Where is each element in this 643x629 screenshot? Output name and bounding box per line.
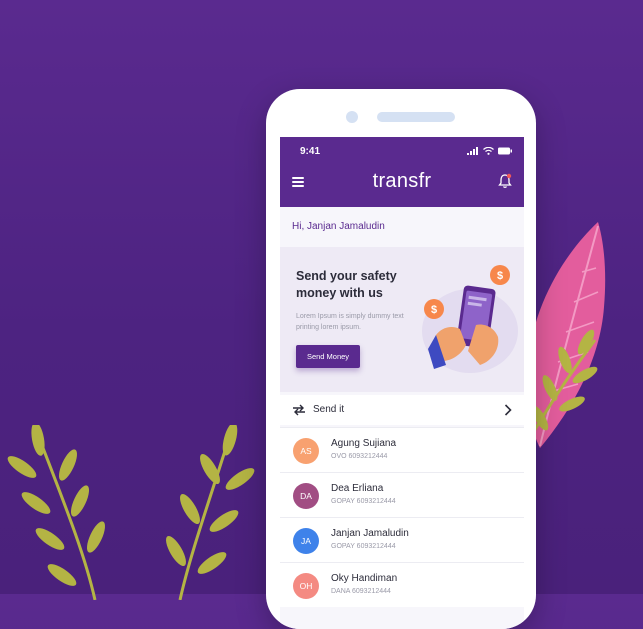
olive-branch-middle-decoration: [166, 425, 255, 600]
battery-icon: [498, 147, 512, 155]
contact-name: Janjan Jamaludin: [331, 528, 409, 539]
avatar: JA: [293, 528, 319, 554]
app-header: 9:41 transfr: [280, 137, 524, 207]
promo-title: Send your safety money with us: [296, 269, 397, 300]
chevron-right-icon[interactable]: [504, 404, 512, 416]
send-it-label: Send it: [313, 404, 345, 415]
contact-row[interactable]: AS Agung Sujiana OVO 6093212444: [280, 427, 524, 472]
coin-symbol-top: $: [497, 270, 503, 282]
phone-mockup: 9:41 transfr Hi, Janjan Jamaludin Send y…: [266, 89, 536, 629]
transfer-arrows-icon: [293, 404, 305, 416]
send-it-section[interactable]: Send it: [280, 395, 524, 425]
olive-branch-left-decoration: [7, 425, 106, 600]
contact-row[interactable]: OH Oky Handiman DANA 6093212444: [280, 562, 524, 607]
wifi-icon: [483, 147, 494, 155]
promo-card: Send your safety money with us Lorem Ips…: [280, 247, 524, 392]
promo-description: Lorem Ipsum is simply dummy text printin…: [296, 313, 404, 331]
contact-name: Oky Handiman: [331, 573, 398, 584]
contact-list: AS Agung Sujiana OVO 6093212444 DA Dea E…: [280, 427, 524, 607]
notification-bell-icon[interactable]: [498, 173, 512, 189]
contact-name: Dea Erliana: [331, 483, 384, 494]
phone-speaker: [377, 112, 455, 122]
app-brand-title: transfr: [372, 170, 432, 192]
app-screen: 9:41 transfr Hi, Janjan Jamaludin Send y…: [280, 137, 524, 629]
status-icons: [467, 147, 512, 155]
phone-camera: [346, 111, 358, 123]
avatar: DA: [293, 483, 319, 509]
send-money-button[interactable]: Send Money: [296, 345, 360, 368]
avatar: OH: [293, 573, 319, 599]
contact-row[interactable]: DA Dea Erliana GOPAY 6093212444: [280, 472, 524, 517]
coin-symbol-left: $: [431, 304, 437, 316]
greeting-text: Hi, Janjan Jamaludin: [292, 221, 385, 232]
contact-account: OVO 6093212444: [331, 453, 388, 460]
contact-account: GOPAY 6093212444: [331, 498, 396, 505]
contact-account: GOPAY 6093212444: [331, 543, 396, 550]
contact-row[interactable]: JA Janjan Jamaludin GOPAY 6093212444: [280, 517, 524, 562]
avatar: AS: [293, 438, 319, 464]
status-time: 9:41: [300, 146, 321, 157]
contact-name: Agung Sujiana: [331, 438, 397, 449]
signal-icon: [467, 147, 478, 155]
phone-payment-illustration: $ $: [422, 265, 518, 373]
